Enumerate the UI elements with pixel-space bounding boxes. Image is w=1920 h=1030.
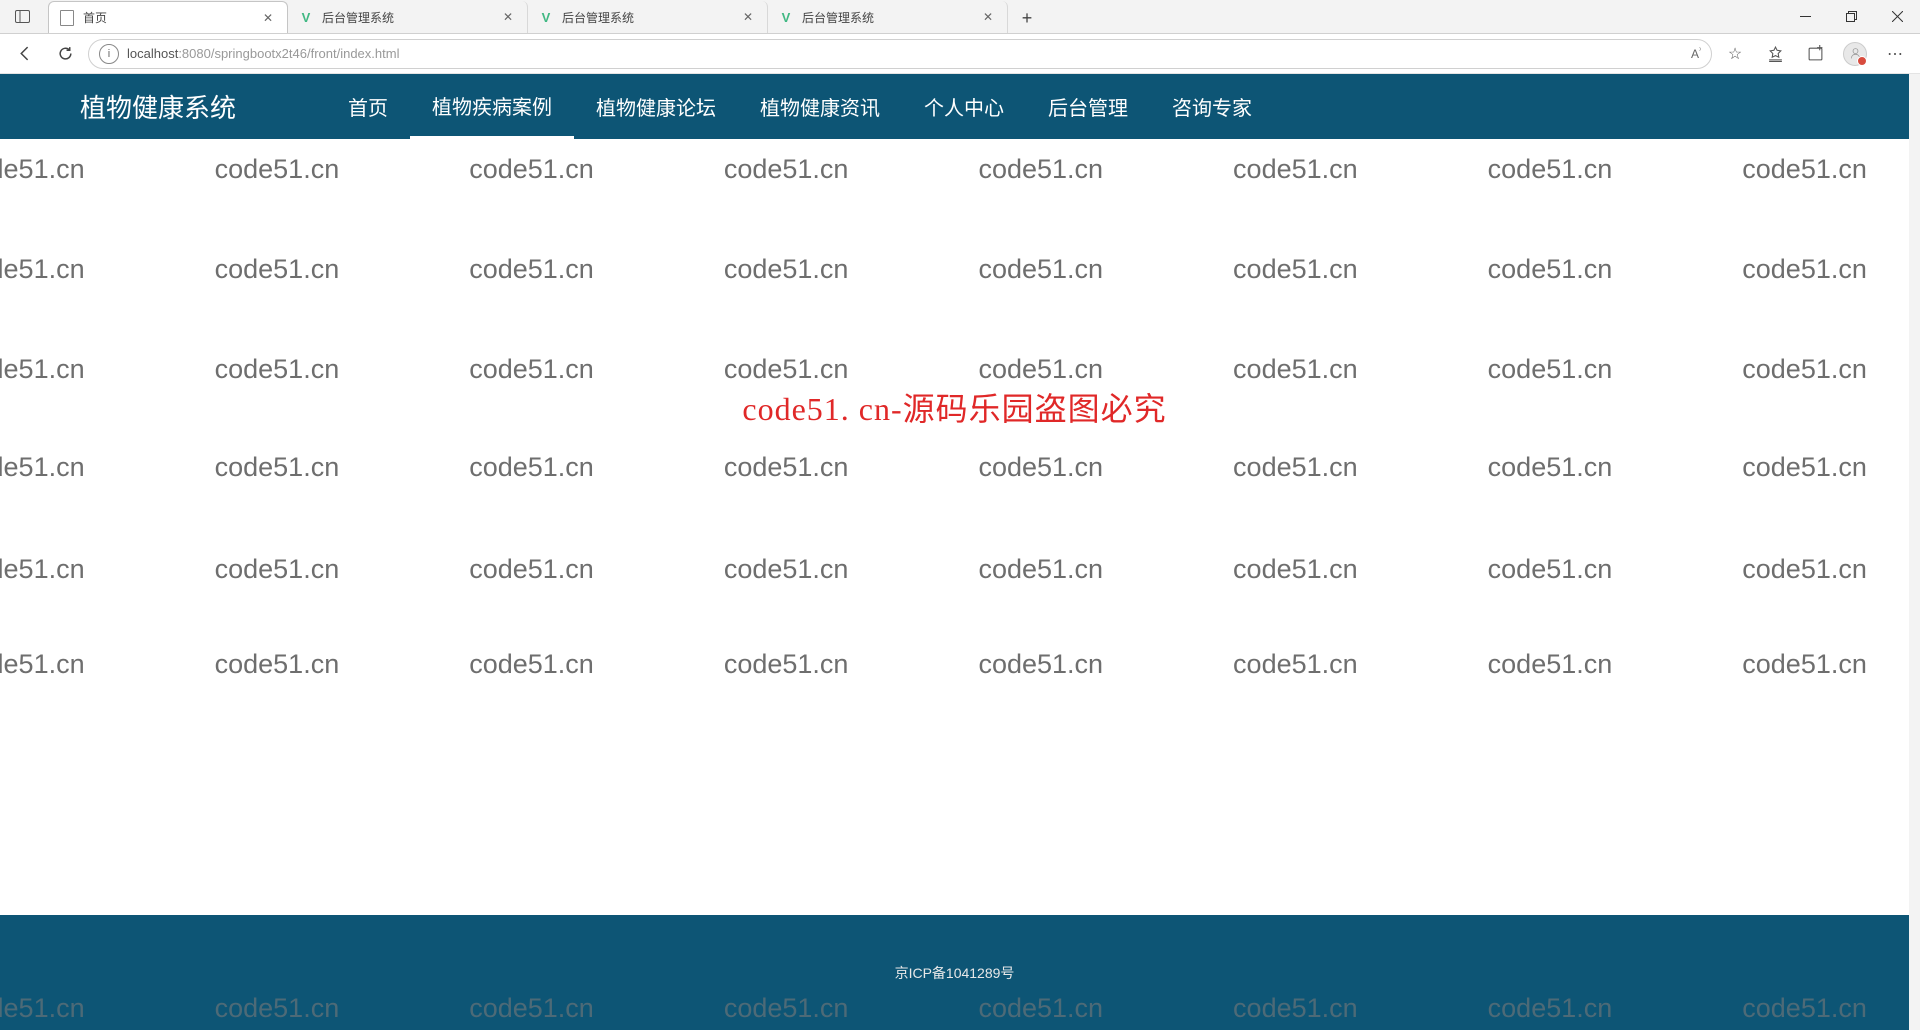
nav-news[interactable]: 植物健康资讯 (738, 74, 902, 139)
watermark-footer-row: code51.cncode51.cncode51.cncode51.cncode… (0, 993, 1909, 1024)
favorites-icon[interactable]: ☆ (1718, 37, 1752, 71)
profile-button[interactable] (1838, 37, 1872, 71)
vue-icon: V (538, 9, 554, 25)
tab-title: 后台管理系统 (562, 9, 739, 26)
site-nav: 首页 植物疾病案例 植物健康论坛 植物健康资讯 个人中心 后台管理 咨询专家 (326, 74, 1274, 139)
favorites-bar-icon[interactable] (1758, 37, 1792, 71)
browser-tab-3[interactable]: V 后台管理系统 ✕ (768, 1, 1008, 33)
page-body: code51.cncode51.cncode51.cncode51.cncode… (0, 139, 1909, 674)
watermark-center-text: code51. cn-源码乐园盗图必究 (0, 384, 1909, 430)
browser-toolbar: i localhost:8080/springbootx2t46/front/i… (0, 34, 1920, 74)
new-tab-button[interactable]: + (1012, 3, 1042, 33)
page-icon (59, 10, 75, 26)
close-window-button[interactable] (1874, 0, 1920, 33)
close-icon[interactable]: ✕ (979, 8, 997, 26)
browser-titlebar: 首页 ✕ V 后台管理系统 ✕ V 后台管理系统 ✕ V 后台管理系统 ✕ + (0, 0, 1920, 34)
nav-consult[interactable]: 咨询专家 (1150, 74, 1274, 139)
vertical-scrollbar[interactable] (1909, 74, 1920, 1030)
window-controls (1782, 0, 1920, 33)
page-viewport: 植物健康系统 首页 植物疾病案例 植物健康论坛 植物健康资讯 个人中心 后台管理… (0, 74, 1909, 1030)
vue-icon: V (778, 9, 794, 25)
minimize-button[interactable] (1782, 0, 1828, 33)
close-icon[interactable]: ✕ (259, 9, 277, 27)
back-button[interactable] (8, 37, 42, 71)
collections-icon[interactable] (1798, 37, 1832, 71)
avatar-icon (1843, 42, 1867, 66)
browser-tabs: 首页 ✕ V 后台管理系统 ✕ V 后台管理系统 ✕ V 后台管理系统 ✕ + (44, 0, 1782, 33)
browser-tab-2[interactable]: V 后台管理系统 ✕ (528, 1, 768, 33)
read-aloud-icon[interactable]: A⁾ (1691, 46, 1701, 61)
icp-text: 京ICP备1041289号 (895, 963, 1015, 983)
nav-admin[interactable]: 后台管理 (1026, 74, 1150, 139)
refresh-button[interactable] (48, 37, 82, 71)
url-text: localhost:8080/springbootx2t46/front/ind… (127, 46, 1683, 61)
nav-home[interactable]: 首页 (326, 74, 410, 139)
site-info-icon[interactable]: i (99, 44, 119, 64)
nav-disease-cases[interactable]: 植物疾病案例 (410, 74, 574, 139)
site-brand: 植物健康系统 (80, 88, 236, 125)
maximize-button[interactable] (1828, 0, 1874, 33)
tab-title: 首页 (83, 9, 259, 26)
tab-actions-button[interactable] (0, 0, 44, 33)
site-header: 植物健康系统 首页 植物疾病案例 植物健康论坛 植物健康资讯 个人中心 后台管理… (0, 74, 1909, 139)
address-bar[interactable]: i localhost:8080/springbootx2t46/front/i… (88, 39, 1712, 69)
nav-forum[interactable]: 植物健康论坛 (574, 74, 738, 139)
more-icon[interactable]: ⋯ (1878, 37, 1912, 71)
tab-title: 后台管理系统 (322, 9, 499, 26)
browser-tab-0[interactable]: 首页 ✕ (48, 1, 288, 33)
vue-icon: V (298, 9, 314, 25)
tab-title: 后台管理系统 (802, 9, 979, 26)
browser-tab-1[interactable]: V 后台管理系统 ✕ (288, 1, 528, 33)
close-icon[interactable]: ✕ (499, 8, 517, 26)
site-footer: 京ICP备1041289号 code51.cncode51.cncode51.c… (0, 915, 1909, 1030)
nav-profile[interactable]: 个人中心 (902, 74, 1026, 139)
close-icon[interactable]: ✕ (739, 8, 757, 26)
